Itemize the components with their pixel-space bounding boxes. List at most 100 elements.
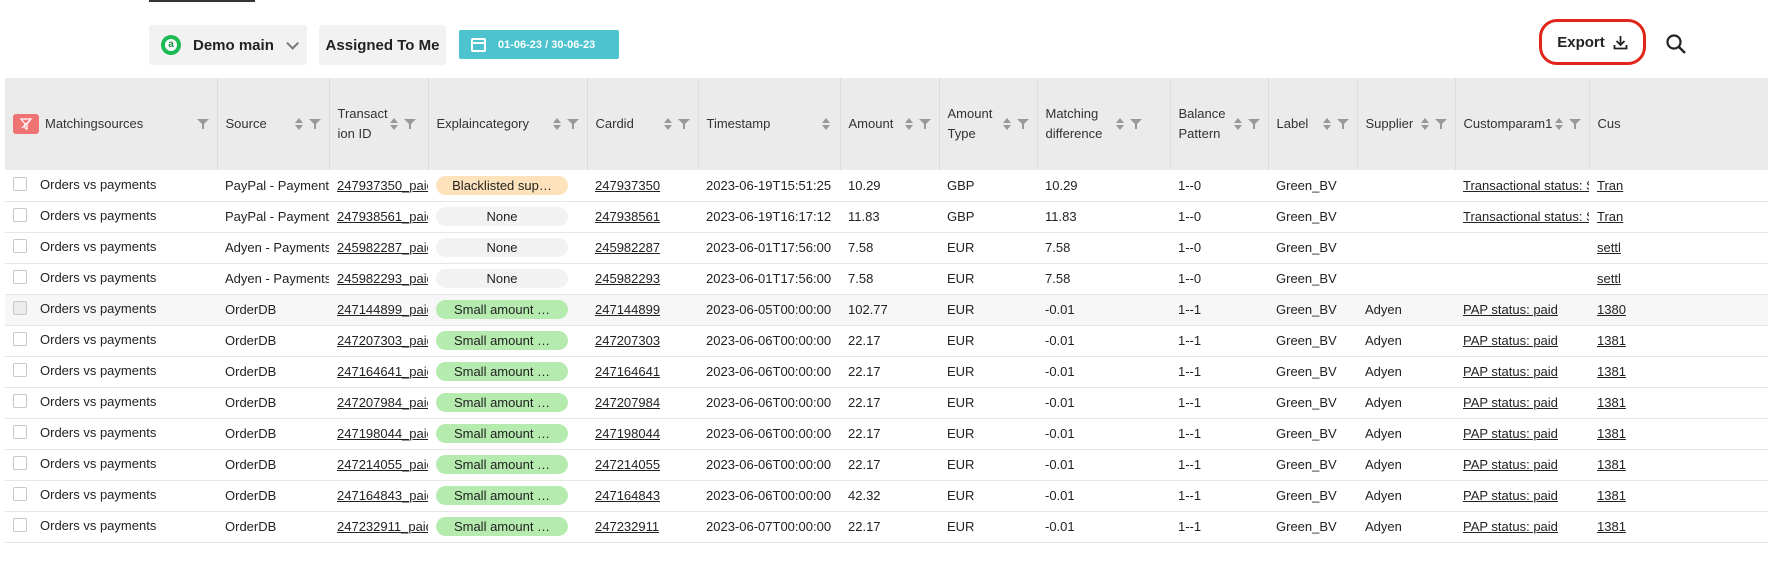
cell-cardid[interactable]: 247198044: [587, 418, 698, 450]
category-badge[interactable]: Small amount …: [436, 393, 568, 412]
table-row[interactable]: Orders vs payments OrderDB 247232911_paid S…: [5, 511, 1768, 543]
column-header-transaction_id[interactable]: Transact ion ID: [329, 78, 429, 170]
cardid-value[interactable]: 247207303: [595, 333, 660, 348]
sort-icon[interactable]: [294, 118, 303, 130]
customparam1-value[interactable]: PAP status: paid: [1463, 488, 1558, 503]
table-row[interactable]: Orders vs payments OrderDB 247164843_paid S…: [5, 480, 1768, 512]
assigned-to-me-button[interactable]: Assigned To Me: [319, 25, 446, 65]
transaction-id-value[interactable]: 247232911_paid: [337, 519, 428, 534]
cell-cardid[interactable]: 247232911: [587, 511, 698, 543]
cell-transaction-id[interactable]: 245982287_paid: [329, 232, 428, 264]
cell-customparam1[interactable]: PAP status: paid: [1455, 511, 1589, 543]
row-checkbox[interactable]: [13, 518, 27, 532]
row-checkbox[interactable]: [13, 456, 27, 470]
row-checkbox[interactable]: [13, 176, 27, 191]
category-badge[interactable]: Small amount …: [436, 300, 568, 319]
cus-value[interactable]: settl: [1597, 240, 1621, 255]
funnel-icon[interactable]: [308, 118, 321, 130]
cell-cus[interactable]: 1381: [1589, 480, 1768, 512]
cell-cardid[interactable]: 247144899: [587, 294, 698, 326]
cell-transaction-id[interactable]: 247144899_paid: [329, 294, 428, 326]
cus-value[interactable]: 1381: [1597, 364, 1626, 379]
category-badge[interactable]: Small amount …: [436, 424, 568, 443]
cus-value[interactable]: settl: [1597, 271, 1621, 286]
cell-transaction-id[interactable]: 247207984_paid: [329, 387, 428, 419]
cus-value[interactable]: 1381: [1597, 333, 1626, 348]
date-range-button[interactable]: 01-06-23 / 30-06-23: [459, 30, 619, 59]
column-header-amount_type[interactable]: Amount Type: [939, 78, 1038, 170]
cell-cus[interactable]: 1381: [1589, 449, 1768, 481]
cus-value[interactable]: Tran: [1597, 209, 1623, 224]
row-checkbox[interactable]: [13, 208, 27, 222]
column-header-cardid[interactable]: Cardid: [587, 78, 699, 170]
customparam1-value[interactable]: Transactional status: S: [1463, 209, 1589, 224]
workspace-selector[interactable]: a Demo main: [149, 25, 307, 65]
export-button[interactable]: Export: [1539, 19, 1646, 65]
cell-customparam1[interactable]: PAP status: paid: [1455, 418, 1589, 450]
row-checkbox[interactable]: [13, 487, 27, 501]
funnel-icon[interactable]: [918, 118, 931, 130]
cell-customparam1[interactable]: Transactional status: S: [1455, 201, 1589, 233]
category-badge[interactable]: None: [436, 238, 568, 257]
sort-icon[interactable]: [1420, 118, 1429, 130]
sort-icon[interactable]: [1002, 118, 1011, 130]
transaction-id-value[interactable]: 247164641_paid: [337, 364, 428, 379]
cell-customparam1[interactable]: PAP status: paid: [1455, 387, 1589, 419]
cell-transaction-id[interactable]: 245982293_paid: [329, 263, 428, 295]
cus-value[interactable]: 1381: [1597, 426, 1626, 441]
funnel-icon[interactable]: [1247, 118, 1260, 130]
cell-customparam1[interactable]: Transactional status: S: [1455, 170, 1589, 202]
category-badge[interactable]: None: [436, 207, 568, 226]
category-badge[interactable]: Blacklisted sup…: [436, 175, 568, 195]
customparam1-value[interactable]: PAP status: paid: [1463, 457, 1558, 472]
cell-cardid[interactable]: 247164641: [587, 356, 698, 388]
cell-cus[interactable]: settl: [1589, 263, 1768, 295]
customparam1-value[interactable]: PAP status: paid: [1463, 364, 1558, 379]
table-row[interactable]: Orders vs payments OrderDB 247214055_paid S…: [5, 449, 1768, 481]
funnel-icon[interactable]: [677, 118, 690, 130]
row-checkbox[interactable]: [13, 332, 27, 346]
sort-icon[interactable]: [1554, 118, 1563, 130]
cell-transaction-id[interactable]: 247938561_paid: [329, 201, 428, 233]
column-header-source[interactable]: Source: [217, 78, 330, 170]
column-header-balance_pattern[interactable]: Balance Pattern: [1170, 78, 1269, 170]
funnel-icon[interactable]: [196, 118, 209, 130]
cardid-value[interactable]: 247937350: [595, 178, 660, 193]
funnel-icon[interactable]: [403, 118, 416, 130]
cell-cardid[interactable]: 247937350: [587, 170, 698, 202]
cardid-value[interactable]: 247164843: [595, 488, 660, 503]
funnel-icon[interactable]: [566, 118, 579, 130]
cardid-value[interactable]: 245982293: [595, 271, 660, 286]
transaction-id-value[interactable]: 247164843_paid: [337, 488, 428, 503]
clear-filters-icon[interactable]: [13, 114, 39, 134]
cell-cardid[interactable]: 247214055: [587, 449, 698, 481]
customparam1-value[interactable]: PAP status: paid: [1463, 395, 1558, 410]
sort-icon[interactable]: [552, 118, 561, 130]
cell-cus[interactable]: 1381: [1589, 325, 1768, 357]
cell-transaction-id[interactable]: 247214055_paid: [329, 449, 428, 481]
row-checkbox[interactable]: [13, 301, 27, 315]
row-checkbox[interactable]: [13, 425, 27, 439]
table-row[interactable]: Orders vs payments OrderDB 247207303_paid S…: [5, 325, 1768, 357]
cell-customparam1[interactable]: PAP status: paid: [1455, 294, 1589, 326]
cus-value[interactable]: 1380: [1597, 302, 1626, 317]
category-badge[interactable]: None: [436, 269, 568, 288]
cell-cus[interactable]: settl: [1589, 232, 1768, 264]
column-header-supplier[interactable]: Supplier: [1357, 78, 1456, 170]
column-header-timestamp[interactable]: Timestamp: [698, 78, 841, 170]
sort-icon[interactable]: [389, 118, 398, 130]
cell-transaction-id[interactable]: 247198044_paid: [329, 418, 428, 450]
sort-icon[interactable]: [1233, 118, 1242, 130]
funnel-icon[interactable]: [1129, 118, 1142, 130]
funnel-icon[interactable]: [1568, 118, 1581, 130]
cus-value[interactable]: 1381: [1597, 457, 1626, 472]
table-row[interactable]: Orders vs payments PayPal - Payments 24793…: [5, 201, 1768, 233]
cell-cus[interactable]: 1380: [1589, 294, 1768, 326]
cell-customparam1[interactable]: PAP status: paid: [1455, 356, 1589, 388]
category-badge[interactable]: Small amount …: [436, 331, 568, 350]
column-header-matching_difference[interactable]: Matching difference: [1037, 78, 1171, 170]
transaction-id-value[interactable]: 247144899_paid: [337, 302, 428, 317]
customparam1-value[interactable]: PAP status: paid: [1463, 519, 1558, 534]
cell-cus[interactable]: 1381: [1589, 387, 1768, 419]
customparam1-value[interactable]: PAP status: paid: [1463, 426, 1558, 441]
